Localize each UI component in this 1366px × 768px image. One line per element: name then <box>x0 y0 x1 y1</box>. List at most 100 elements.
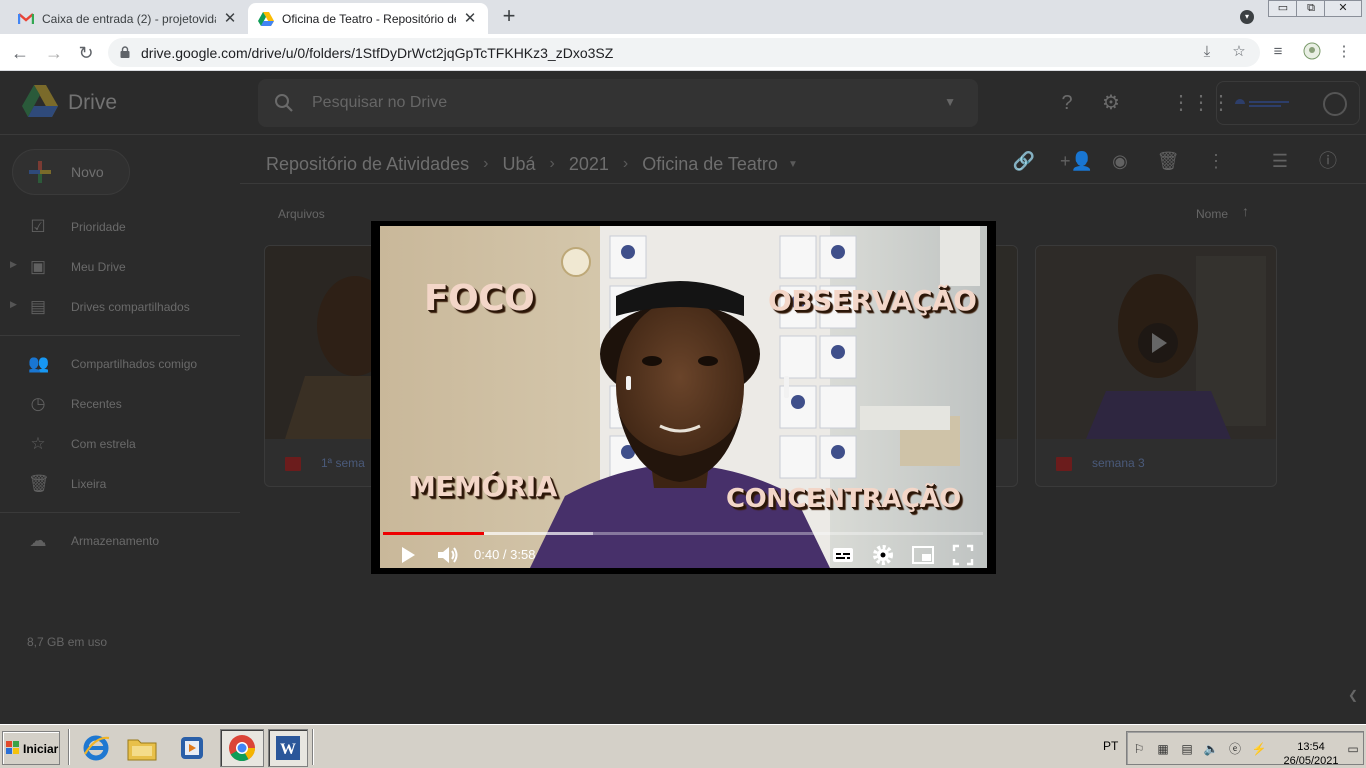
window-close-button[interactable]: ✕ <box>1324 0 1362 17</box>
trash-icon[interactable]: 🗑 <box>1156 149 1180 173</box>
system-clock[interactable]: 13:54 26/05/2021 <box>1279 740 1343 768</box>
network-connection-icon[interactable]: ▤ <box>1179 741 1195 757</box>
action-center-flag-icon[interactable]: ⚐ <box>1131 741 1147 757</box>
tab-title: Oficina de Teatro - Repositório de A <box>282 11 456 26</box>
address-bar[interactable]: drive.google.com/drive/u/0/folders/1StfD… <box>108 38 1260 67</box>
tab-gmail[interactable]: Caixa de entrada (2) - projetovidaul ✕ <box>8 3 248 34</box>
sidebar-item-label: Lixeira <box>71 477 107 491</box>
sidebar-item-label: Meu Drive <box>71 260 126 274</box>
profile-avatar[interactable] <box>1302 42 1322 62</box>
sort-by-name[interactable]: Nome <box>1196 207 1228 221</box>
video-frame[interactable]: FOCO OBSERVAÇÃO MEMÓRIA CONCENTRAÇÃO 0:4… <box>380 226 987 568</box>
clock-date: 26/05/2021 <box>1283 755 1339 767</box>
browser-tab-strip: Caixa de entrada (2) - projetovidaul ✕ O… <box>0 0 1366 34</box>
progress-bar[interactable] <box>383 532 983 535</box>
browser-menu-icon[interactable]: ⋮ <box>1334 42 1354 62</box>
list-view-icon[interactable]: ☰ <box>1268 149 1292 173</box>
sidebar-item-trash[interactable]: 🗑 Lixeira <box>0 468 240 500</box>
add-person-icon[interactable]: +👤 <box>1060 149 1093 173</box>
sidebar-item-label: Com estrela <box>71 437 136 451</box>
sidebar-item-recent[interactable]: ◷ Recentes <box>0 388 240 420</box>
sidebar-item-storage[interactable]: ☁ Armazenamento <box>0 525 240 557</box>
video-player[interactable]: FOCO OBSERVAÇÃO MEMÓRIA CONCENTRAÇÃO 0:4… <box>371 221 996 574</box>
search-icon[interactable] <box>274 93 294 113</box>
breadcrumb-current-folder[interactable]: Oficina de Teatro <box>642 154 778 175</box>
play-icon[interactable] <box>394 542 420 568</box>
sidebar-item-shared-drives[interactable]: ▶ ▤ Drives compartilhados <box>0 291 240 323</box>
search-input[interactable] <box>312 91 912 115</box>
show-desktop-icon[interactable]: ▭ <box>1345 741 1361 757</box>
search-options-icon[interactable]: ▼ <box>944 95 956 109</box>
video-file-icon <box>285 457 301 471</box>
word-icon[interactable]: W <box>268 729 308 767</box>
restore-button[interactable]: ⧉ <box>1296 0 1326 17</box>
internet-explorer-icon[interactable] <box>74 729 118 767</box>
chevron-right-icon: › <box>483 155 489 172</box>
file-name: 1ª sema <box>321 456 365 470</box>
drive-header: Drive ▼ ? ⚙ ⋮⋮⋮ <box>0 71 1366 135</box>
network-icon[interactable]: ▦ <box>1155 741 1171 757</box>
gear-icon[interactable]: ⚙ <box>1099 91 1123 115</box>
new-button[interactable]: Novo <box>12 149 130 195</box>
priority-icon: ☑ <box>30 217 46 236</box>
app-title: Drive <box>68 91 118 114</box>
forward-icon[interactable]: → <box>42 41 66 65</box>
install-app-icon[interactable]: ⤓ <box>1198 43 1216 61</box>
chevron-left-icon[interactable]: ❮ <box>1348 688 1358 702</box>
expand-arrow-icon[interactable]: ▶ <box>10 259 17 270</box>
settings-gear-icon[interactable] <box>870 542 896 568</box>
subtitles-icon[interactable] <box>830 542 856 568</box>
tab-title: Caixa de entrada (2) - projetovidaul <box>42 11 216 26</box>
volume-tray-icon[interactable]: 🔈 <box>1203 741 1219 757</box>
language-indicator[interactable]: PT <box>1103 739 1118 753</box>
link-icon[interactable]: 🔗 <box>1012 149 1036 173</box>
sidebar-item-priority[interactable]: ☑ Prioridade <box>0 211 240 243</box>
google-drive-logo[interactable] <box>22 85 58 117</box>
update-icon[interactable]: ⓔ <box>1227 741 1243 757</box>
chevron-down-icon[interactable]: ▼ <box>788 159 798 170</box>
minimize-button[interactable]: ▭ <box>1268 0 1298 17</box>
drive-search[interactable]: ▼ <box>258 79 978 127</box>
info-icon[interactable]: ⓘ <box>1316 149 1340 173</box>
tab-search-icon[interactable]: ▾ <box>1240 10 1254 24</box>
preview-eye-icon[interactable]: ◉ <box>1108 149 1132 173</box>
trash-icon: 🗑 <box>28 474 50 493</box>
shared-drives-icon: ▤ <box>29 297 47 316</box>
url-text[interactable]: drive.google.com/drive/u/0/folders/1StfD… <box>141 45 613 61</box>
breadcrumb-item[interactable]: Ubá <box>502 154 535 175</box>
fullscreen-icon[interactable] <box>950 542 976 568</box>
progress-played <box>383 532 484 535</box>
cloud-icon: ☁ <box>29 531 47 550</box>
breadcrumb-item[interactable]: 2021 <box>569 154 609 175</box>
miniplayer-icon[interactable] <box>910 542 936 568</box>
reading-list-icon[interactable]: ≡ <box>1268 42 1288 62</box>
breadcrumb-item[interactable]: Repositório de Atividades <box>266 154 469 175</box>
sidebar-item-shared-with-me[interactable]: 👥 Compartilhados comigo <box>0 348 240 380</box>
more-actions-icon[interactable]: ⋮ <box>1204 149 1228 173</box>
start-button[interactable]: Iniciar <box>2 731 60 765</box>
gmail-icon <box>18 11 34 27</box>
tab-drive-folder[interactable]: Oficina de Teatro - Repositório de A ✕ <box>248 3 488 34</box>
file-name: semana 3 <box>1092 456 1145 470</box>
power-icon[interactable]: ⚡ <box>1251 741 1267 757</box>
video-caption: MEMÓRIA <box>408 470 557 503</box>
account-switcher[interactable] <box>1216 81 1360 125</box>
close-icon[interactable]: ✕ <box>462 10 478 27</box>
media-player-icon[interactable] <box>170 729 214 767</box>
new-tab-button[interactable]: + <box>498 5 520 28</box>
expand-arrow-icon[interactable]: ▶ <box>10 299 17 310</box>
reload-icon[interactable]: ↻ <box>74 41 98 65</box>
close-icon[interactable]: ✕ <box>222 10 238 27</box>
back-icon[interactable]: ← <box>8 41 32 65</box>
sidebar-item-starred[interactable]: ☆ Com estrela <box>0 428 240 460</box>
sidebar-item-label: Compartilhados comigo <box>71 357 198 371</box>
apps-grid-icon[interactable]: ⋮⋮⋮ <box>1171 91 1231 115</box>
volume-icon[interactable] <box>434 542 460 568</box>
help-icon[interactable]: ? <box>1055 91 1079 115</box>
file-card[interactable]: semana 3 <box>1035 245 1277 487</box>
file-explorer-icon[interactable] <box>120 729 164 767</box>
bookmark-star-icon[interactable]: ☆ <box>1230 43 1248 61</box>
sidebar-item-my-drive[interactable]: ▶ ▣ Meu Drive <box>0 251 240 283</box>
chrome-icon[interactable] <box>220 729 264 767</box>
sort-arrow-up-icon[interactable]: ↑ <box>1242 203 1249 219</box>
